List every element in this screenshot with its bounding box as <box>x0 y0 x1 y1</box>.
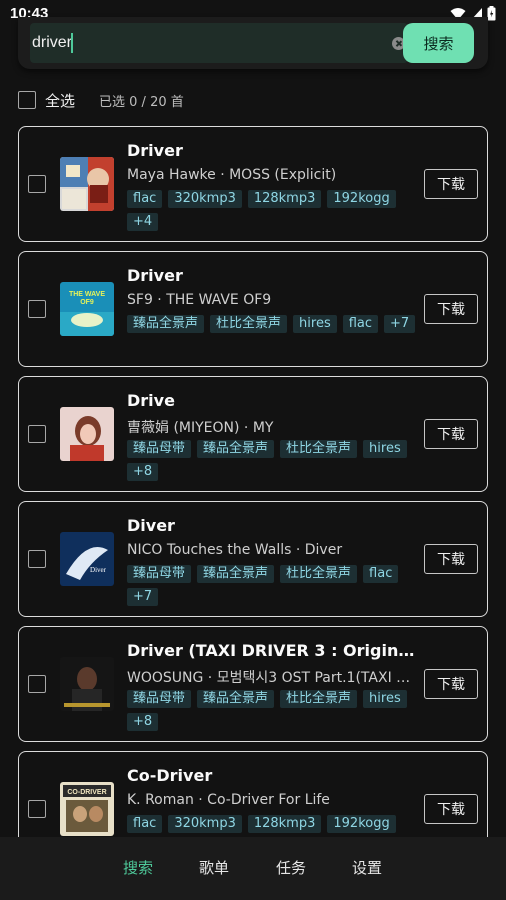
album-cover <box>60 657 114 711</box>
nav-tab-tasks[interactable]: 任务 <box>276 857 306 878</box>
quality-tag: 128kmp3 <box>247 190 322 208</box>
select-all-label[interactable]: 全选 <box>45 90 75 111</box>
cover-art <box>60 407 114 461</box>
selected-count: 已选 0 / 20 首 <box>99 94 184 110</box>
quality-tag: 杜比全景声 <box>280 565 358 583</box>
song-card[interactable]: CO-DRIVER Co-Driver K. Roman · Co-Driver… <box>18 751 488 837</box>
nav-tab-playlists[interactable]: 歌单 <box>199 857 229 878</box>
quality-tag: flac <box>127 815 163 833</box>
quality-tags: 臻品母带 臻品全景声 杜比全景声 hires +8 <box>127 690 417 731</box>
cover-art: Diver <box>60 532 114 586</box>
download-button[interactable]: 下载 <box>424 669 478 699</box>
select-all-row: 全选 已选 0 / 20 首 <box>18 88 184 112</box>
download-button[interactable]: 下载 <box>424 794 478 824</box>
song-card[interactable]: THE WAVE OF9 Driver SF9 · THE WAVE OF9 臻… <box>18 251 488 367</box>
cover-art: THE WAVE OF9 <box>60 282 114 336</box>
song-artist-album: Maya Hawke · MOSS (Explicit) <box>127 167 337 183</box>
song-checkbox[interactable] <box>28 675 46 693</box>
quality-tags: 臻品全景声 杜比全景声 hires flac +7 <box>127 315 417 333</box>
album-cover: Diver <box>60 532 114 586</box>
more-tags-badge: +4 <box>127 213 159 231</box>
cover-text: THE WAVE <box>69 291 105 298</box>
nav-tab-settings[interactable]: 设置 <box>352 857 382 878</box>
song-card[interactable]: Diver Diver NICO Touches the Walls · Div… <box>18 501 488 617</box>
bottom-nav: 搜索 歌单 任务 设置 <box>0 837 506 900</box>
search-button[interactable]: 搜索 <box>403 23 474 63</box>
quality-tag: 320kmp3 <box>168 815 242 833</box>
download-button[interactable]: 下载 <box>424 544 478 574</box>
song-title: Co-Driver <box>127 766 213 785</box>
song-checkbox[interactable] <box>28 300 46 318</box>
more-tags-badge: +7 <box>127 588 159 606</box>
download-button[interactable]: 下载 <box>424 169 478 199</box>
quality-tag: 杜比全景声 <box>210 315 288 333</box>
more-tags-badge: +8 <box>127 463 159 481</box>
song-artist-album: WOOSUNG · 모범택시3 OST Part.1(TAXI D... <box>127 670 417 686</box>
cover-art <box>60 657 114 711</box>
album-cover: THE WAVE OF9 <box>60 282 114 336</box>
quality-tags: 臻品母带 臻品全景声 杜比全景声 hires +8 <box>127 440 417 481</box>
quality-tag: 192kogg <box>327 815 396 833</box>
cover-text: CO-DRIVER <box>67 789 106 796</box>
quality-tag: 臻品母带 <box>127 690 192 708</box>
song-card[interactable]: Driver Maya Hawke · MOSS (Explicit) flac… <box>18 126 488 242</box>
song-title: Driver <box>127 141 183 160</box>
album-cover <box>60 407 114 461</box>
song-list[interactable]: Driver Maya Hawke · MOSS (Explicit) flac… <box>18 126 488 837</box>
album-cover <box>60 157 114 211</box>
song-title: Driver (TAXI DRIVER 3 : Original Tel... <box>127 641 417 660</box>
song-checkbox[interactable] <box>28 550 46 568</box>
nav-tab-search[interactable]: 搜索 <box>123 857 153 878</box>
more-tags-badge: +8 <box>127 713 159 731</box>
quality-tag: 臻品母带 <box>127 440 192 458</box>
quality-tags: 臻品母带 臻品全景声 杜比全景声 flac +7 <box>127 565 417 606</box>
song-card[interactable]: Driver (TAXI DRIVER 3 : Original Tel... … <box>18 626 488 742</box>
quality-tag: 臻品全景声 <box>197 565 275 583</box>
quality-tag: 臻品全景声 <box>197 690 275 708</box>
download-button[interactable]: 下载 <box>424 419 478 449</box>
quality-tags: flac 320kmp3 128kmp3 192kogg +4 <box>127 190 417 231</box>
quality-tag: 192kogg <box>327 190 396 208</box>
search-input[interactable] <box>30 23 390 63</box>
quality-tag: hires <box>363 440 407 458</box>
quality-tag: flac <box>363 565 399 583</box>
song-title: Drive <box>127 391 175 410</box>
song-artist-album: K. Roman · Co-Driver For Life <box>127 792 330 808</box>
battery-icon <box>487 6 496 21</box>
quality-tag: 臻品全景声 <box>197 440 275 458</box>
song-checkbox[interactable] <box>28 425 46 443</box>
song-title: Diver <box>127 516 175 535</box>
song-artist-album: NICO Touches the Walls · Diver <box>127 542 343 558</box>
song-checkbox[interactable] <box>28 175 46 193</box>
cover-art: CO-DRIVER <box>60 782 114 836</box>
quality-tag: 臻品全景声 <box>127 315 205 333</box>
quality-tag: 320kmp3 <box>168 190 242 208</box>
song-checkbox[interactable] <box>28 800 46 818</box>
song-artist-album: 曺薇娟 (MIYEON) · MY <box>127 420 274 436</box>
quality-tag: hires <box>293 315 337 333</box>
quality-tag: 臻品母带 <box>127 565 192 583</box>
download-button[interactable]: 下载 <box>424 294 478 324</box>
quality-tag: 杜比全景声 <box>280 690 358 708</box>
song-card[interactable]: Drive 曺薇娟 (MIYEON) · MY 臻品母带 臻品全景声 杜比全景声… <box>18 376 488 492</box>
search-field[interactable] <box>30 23 408 63</box>
quality-tags: flac 320kmp3 128kmp3 192kogg <box>127 815 417 833</box>
cover-text: Diver <box>90 566 107 574</box>
more-tags-badge: +7 <box>384 315 416 333</box>
song-artist-album: SF9 · THE WAVE OF9 <box>127 292 272 308</box>
quality-tag: flac <box>127 190 163 208</box>
select-all-checkbox[interactable] <box>18 91 36 109</box>
song-title: Driver <box>127 266 183 285</box>
cover-text: OF9 <box>80 299 94 306</box>
quality-tag: flac <box>342 315 379 333</box>
album-cover: CO-DRIVER <box>60 782 114 836</box>
text-caret <box>71 33 73 53</box>
quality-tag: 128kmp3 <box>247 815 322 833</box>
cover-art <box>60 157 114 211</box>
search-bar: 搜索 <box>18 17 488 69</box>
quality-tag: 杜比全景声 <box>280 440 358 458</box>
quality-tag: hires <box>363 690 407 708</box>
